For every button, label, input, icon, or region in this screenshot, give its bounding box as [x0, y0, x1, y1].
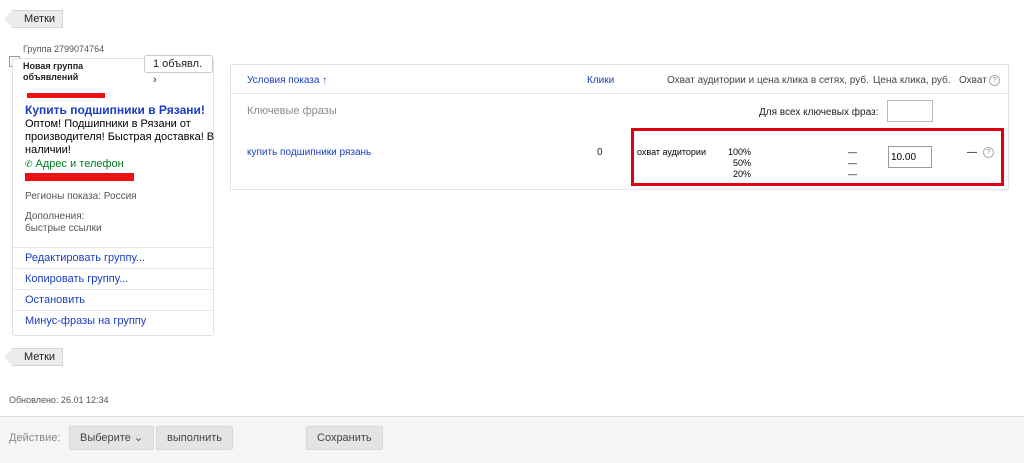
- ad-group-card: Группа 2799074764 Новая группа объявлени…: [9, 42, 215, 336]
- extras-label: Дополнения:: [25, 211, 85, 222]
- action-select[interactable]: Выберите ⌄: [69, 426, 155, 450]
- phone-icon: ✆: [25, 159, 33, 169]
- help-icon[interactable]: ?: [989, 75, 1000, 86]
- keyphrase-link[interactable]: купить подшипники рязань: [247, 147, 371, 158]
- ad-title[interactable]: Купить подшипники в Рязани!: [25, 103, 205, 117]
- ad-text: Оптом! Подшипники в Рязани от производит…: [25, 118, 215, 156]
- ads-count-button[interactable]: 1 объявл. ›: [144, 55, 213, 86]
- extras-value: быстрые ссылки: [25, 223, 102, 234]
- header-reach-networks: Охват аудитории и цена клика в сетях, ру…: [667, 75, 869, 86]
- stop-group-link[interactable]: Остановить: [13, 289, 213, 310]
- tags-button-bottom[interactable]: Метки: [3, 348, 64, 366]
- header-reach: Охват: [959, 75, 987, 86]
- all-phrases-label: Для всех ключевых фраз:: [759, 107, 879, 118]
- updated-timestamp: Обновлено: 26.01 12:34: [9, 395, 109, 405]
- reach-value: —: [848, 158, 857, 168]
- reach-levels: 100% 50% 20%: [717, 147, 751, 180]
- tags-button-top[interactable]: Метки: [3, 10, 64, 28]
- header-price: Цена клика, руб.: [873, 75, 951, 86]
- reach-value: —: [848, 147, 857, 157]
- action-select-label: Выберите: [80, 432, 131, 444]
- regions-label: Регионы показа: Россия: [25, 191, 137, 202]
- reach-level: 100%: [727, 147, 751, 157]
- header-conditions[interactable]: Условия показа ↑: [247, 75, 327, 86]
- click-price-input[interactable]: [888, 146, 932, 168]
- header-divider: [231, 93, 1008, 94]
- copy-group-link[interactable]: Копировать группу...: [13, 268, 213, 289]
- help-icon[interactable]: ?: [983, 147, 994, 158]
- group-name: Новая группа объявлений: [23, 61, 84, 82]
- ads-count-label: 1 объявл.: [153, 58, 203, 70]
- group-actions: Редактировать группу... Копировать групп…: [13, 247, 213, 331]
- header-conditions-label: Условия показа: [247, 75, 320, 86]
- address-link[interactable]: ✆ Адрес и телефон: [25, 158, 124, 170]
- save-button[interactable]: Сохранить: [306, 426, 383, 450]
- chevron-down-icon: ⌄: [133, 432, 144, 444]
- keyphrases-label: Ключевые фразы: [247, 105, 337, 117]
- run-button[interactable]: выполнить: [156, 426, 233, 450]
- edit-group-link[interactable]: Редактировать группу...: [13, 247, 213, 268]
- address-link-label: Адрес и телефон: [35, 158, 124, 170]
- reach-level: 20%: [732, 169, 751, 179]
- reach-values: — — —: [843, 147, 857, 180]
- reach-value: —: [848, 169, 857, 179]
- minus-phrases-link[interactable]: Минус-фразы на группу: [13, 310, 213, 331]
- reach-value-cell: —: [967, 147, 977, 158]
- reach-level: 50%: [732, 158, 751, 168]
- redaction-bar: [27, 93, 105, 98]
- chevron-right-icon: ›: [153, 74, 157, 86]
- group-box: Новая группа объявлений 1 объявл. › Купи…: [12, 55, 215, 336]
- clicks-value: 0: [597, 147, 603, 158]
- bottom-action-bar: Действие: Выберите ⌄ выполнить Сохранить: [0, 416, 1024, 463]
- reach-label: охват аудитории: [637, 147, 706, 157]
- conditions-table: Условия показа ↑ Клики Охват аудитории и…: [230, 64, 1009, 190]
- group-id-label: Группа 2799074764: [23, 44, 105, 54]
- header-clicks[interactable]: Клики: [587, 75, 614, 86]
- redaction-bar: [25, 173, 134, 181]
- all-phrases-price-input[interactable]: [887, 100, 933, 122]
- action-label: Действие:: [9, 432, 61, 444]
- sort-arrow-icon: ↑: [322, 75, 328, 86]
